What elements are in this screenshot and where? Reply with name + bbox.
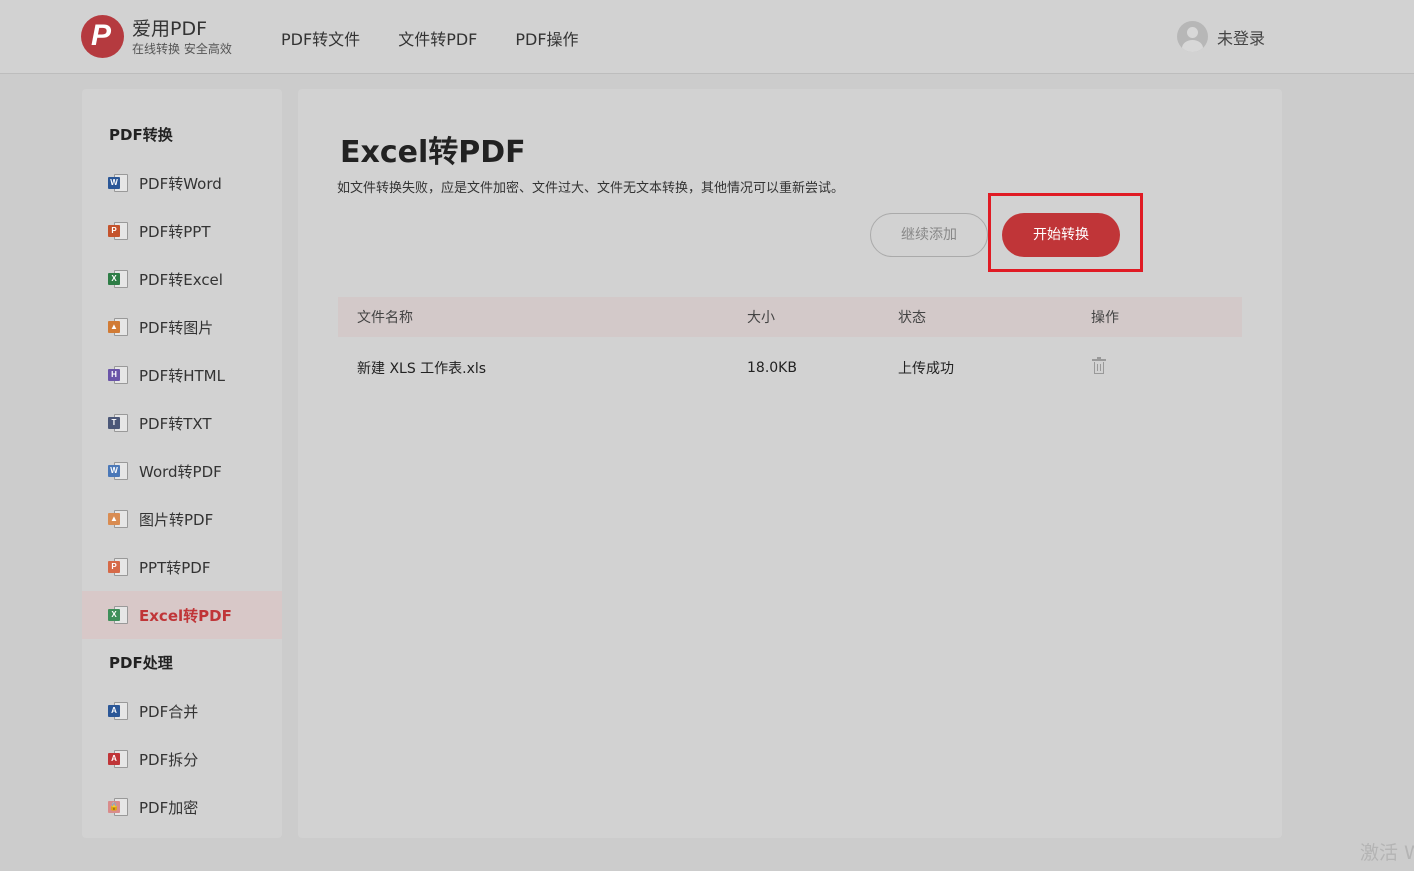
activation-watermark: 激活 W (1360, 842, 1414, 864)
page-tip: 如文件转换失败，应是文件加密、文件过大、文件无文本转换，其他情况可以重新尝试。 (337, 181, 845, 196)
header-status: 状态 (898, 310, 926, 326)
sidebar-group-processing: PDF处理 (109, 654, 173, 672)
sidebar-item-label: Word转PDF (139, 462, 222, 481)
highlight-box (988, 193, 1143, 272)
top-nav: PDF转文件 文件转PDF PDF操作 (281, 26, 617, 50)
nav-file-to-pdf[interactable]: 文件转PDF (398, 26, 477, 50)
sidebar-item-pdf-encrypt[interactable]: 🔒 PDF加密 (82, 783, 282, 831)
sidebar-item-pdf-split[interactable]: A PDF拆分 (82, 735, 282, 783)
sidebar: PDF转换 W PDF转Word P PDF转PPT X PDF转Excel ▲ PDF转图片… (82, 89, 282, 838)
sidebar-item-label: PDF加密 (139, 798, 199, 817)
sidebar-item-image-to-pdf[interactable]: ▲ 图片转PDF (82, 495, 282, 543)
header-size: 大小 (747, 310, 775, 326)
excel-file-icon: X (108, 269, 128, 289)
top-header: P 爱用PDF 在线转换 安全高效 PDF转文件 文件转PDF PDF操作 未登… (0, 0, 1414, 74)
ppt-file-icon: P (108, 221, 128, 241)
ppt-to-pdf-icon: P (108, 557, 128, 577)
logo-icon: P (81, 15, 124, 58)
sidebar-item-label: Excel转PDF (139, 606, 232, 625)
main-panel: Excel转PDF 如文件转换失败，应是文件加密、文件过大、文件无文本转换，其他… (298, 89, 1282, 838)
header-action: 操作 (1091, 310, 1119, 326)
user-login[interactable]: 未登录 (1177, 21, 1265, 52)
file-name: 新建 XLS 工作表.xls (357, 361, 487, 377)
sidebar-item-label: PDF转TXT (139, 414, 212, 433)
sidebar-item-label: 图片转PDF (139, 510, 214, 529)
sidebar-item-pdf-merge[interactable]: A PDF合并 (82, 687, 282, 735)
trash-icon[interactable] (1092, 357, 1106, 374)
pdf-merge-icon: A (108, 701, 128, 721)
nav-pdf-to-file[interactable]: PDF转文件 (281, 26, 360, 50)
excel-to-pdf-icon: X (108, 605, 128, 625)
page-title: Excel转PDF (340, 135, 526, 170)
file-table: 文件名称 大小 状态 操作 新建 XLS 工作表.xls 18.0KB 上传成功 (338, 297, 1242, 399)
sidebar-item-html-file[interactable]: H PDF转HTML (82, 351, 282, 399)
header-file-name: 文件名称 (357, 310, 413, 326)
word-to-pdf-icon: W (108, 461, 128, 481)
sidebar-item-excel-to-pdf[interactable]: X Excel转PDF (82, 591, 282, 639)
sidebar-item-label: PDF转Excel (139, 270, 223, 289)
file-size: 18.0KB (747, 360, 797, 376)
avatar-icon (1177, 21, 1208, 52)
sidebar-item-label: PDF转HTML (139, 366, 225, 385)
sidebar-item-excel-file[interactable]: X PDF转Excel (82, 255, 282, 303)
txt-file-icon: T (108, 413, 128, 433)
sidebar-item-ppt-file[interactable]: P PDF转PPT (82, 207, 282, 255)
file-status: 上传成功 (898, 361, 954, 377)
sidebar-item-image-file[interactable]: ▲ PDF转图片 (82, 303, 282, 351)
sidebar-item-label: PDF合并 (139, 702, 199, 721)
image-to-pdf-icon: ▲ (108, 509, 128, 529)
logo[interactable]: P 爱用PDF 在线转换 安全高效 (81, 15, 232, 58)
logo-title: 爱用PDF (132, 17, 208, 40)
image-file-icon: ▲ (108, 317, 128, 337)
pdf-encrypt-icon: 🔒 (108, 797, 128, 817)
table-header: 文件名称 大小 状态 操作 (338, 297, 1242, 337)
sidebar-item-label: PDF转图片 (139, 318, 214, 337)
word-file-icon: W (108, 173, 128, 193)
sidebar-group-conversion: PDF转换 (109, 126, 173, 144)
continue-add-button[interactable]: 继续添加 (870, 213, 988, 257)
table-row: 新建 XLS 工作表.xls 18.0KB 上传成功 (338, 337, 1242, 399)
nav-pdf-operations[interactable]: PDF操作 (515, 26, 578, 50)
sidebar-item-label: PDF转PPT (139, 222, 211, 241)
sidebar-item-txt-file[interactable]: T PDF转TXT (82, 399, 282, 447)
logo-subtitle: 在线转换 安全高效 (132, 41, 232, 56)
sidebar-item-label: PDF拆分 (139, 750, 199, 769)
sidebar-item-word-file[interactable]: W PDF转Word (82, 159, 282, 207)
sidebar-item-label: PPT转PDF (139, 558, 211, 577)
html-file-icon: H (108, 365, 128, 385)
pdf-split-icon: A (108, 749, 128, 769)
sidebar-item-ppt-to-pdf[interactable]: P PPT转PDF (82, 543, 282, 591)
sidebar-item-label: PDF转Word (139, 174, 222, 193)
sidebar-item-word-to-pdf[interactable]: W Word转PDF (82, 447, 282, 495)
user-label: 未登录 (1217, 28, 1266, 48)
